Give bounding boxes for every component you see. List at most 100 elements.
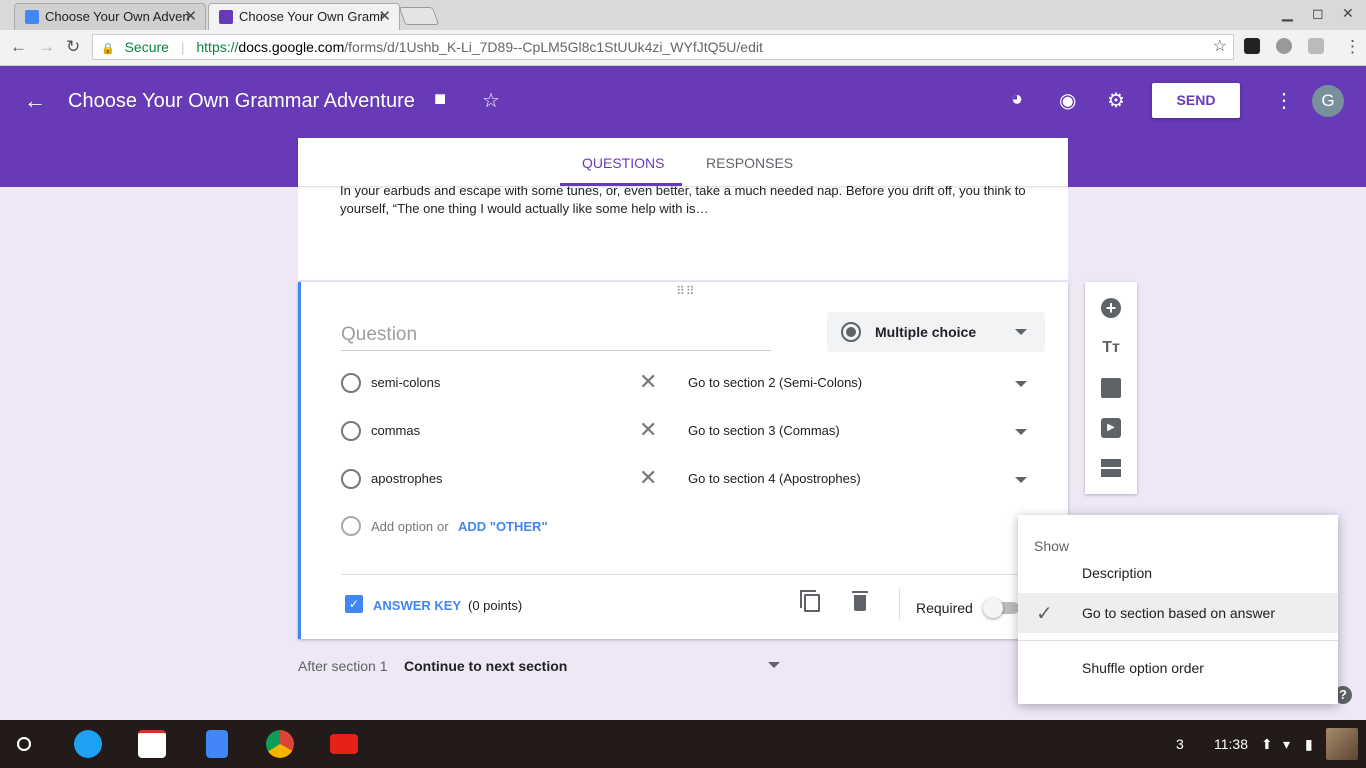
answer-key-button[interactable]: ANSWER KEY <box>373 598 461 613</box>
remove-option-icon[interactable]: ✕ <box>639 417 657 443</box>
chevron-down-icon[interactable] <box>1015 381 1027 387</box>
reload-icon[interactable]: ↻ <box>66 37 80 57</box>
form-tabs: QUESTIONS RESPONSES <box>298 138 1068 186</box>
clock[interactable]: 11:38 <box>1214 736 1248 752</box>
add-video-icon[interactable]: ▶ <box>1101 418 1121 438</box>
battery-icon[interactable]: ▮ <box>1305 736 1313 753</box>
docs-app-icon[interactable] <box>206 730 228 758</box>
send-button[interactable]: SEND <box>1152 83 1240 118</box>
option-label-input[interactable]: apostrophes <box>371 471 443 486</box>
extension-icon[interactable] <box>1276 38 1292 54</box>
checkmark-icon: ✓ <box>1036 603 1053 625</box>
close-icon[interactable]: ✕ <box>378 4 391 30</box>
docs-favicon-icon <box>25 10 39 24</box>
add-section-icon[interactable] <box>1101 458 1121 478</box>
gmail-app-icon[interactable] <box>138 730 166 758</box>
remove-option-icon[interactable]: ✕ <box>639 465 657 491</box>
option-label-input[interactable]: commas <box>371 423 420 438</box>
back-arrow-icon[interactable]: ← <box>10 37 27 57</box>
tab-responses[interactable]: RESPONSES <box>706 155 793 171</box>
menu-item-go-to-section[interactable]: ✓ Go to section based on answer <box>1018 593 1338 633</box>
launcher-icon[interactable] <box>17 737 31 751</box>
settings-gear-icon[interactable]: ⚙ <box>1107 88 1125 113</box>
section-description-card[interactable]: In your earbuds and escape with some tun… <box>298 178 1068 280</box>
chevron-down-icon[interactable] <box>768 662 780 668</box>
folder-icon[interactable]: ■ <box>434 88 446 111</box>
notification-count[interactable]: 3 <box>1176 736 1184 752</box>
browser-tab-1[interactable]: Choose Your Own Adven ✕ <box>14 3 206 30</box>
more-options-icon[interactable]: ⋮ <box>1274 88 1294 113</box>
secure-label: Secure <box>124 39 169 55</box>
divider <box>1018 640 1338 641</box>
chrome-menu-icon[interactable]: ⋮ <box>1344 37 1361 57</box>
question-input[interactable]: Question <box>341 324 771 351</box>
question-type-dropdown[interactable]: Multiple choice <box>827 312 1045 352</box>
question-type-label: Multiple choice <box>875 324 977 340</box>
close-icon[interactable]: ✕ <box>184 4 197 30</box>
forward-arrow-icon[interactable]: → <box>38 37 55 57</box>
star-icon[interactable]: ☆ <box>482 88 500 113</box>
back-arrow-icon[interactable]: ← <box>24 88 46 114</box>
preview-eye-icon[interactable]: ◉ <box>1059 88 1076 113</box>
add-item-toolbar: + Tт ▶ <box>1085 282 1137 494</box>
option-goto-dropdown[interactable]: Go to section 4 (Apostrophes) <box>688 471 861 486</box>
add-question-icon[interactable]: + <box>1101 298 1121 318</box>
browser-tab-2-title: Choose Your Own Gramr <box>239 9 385 24</box>
question-options-menu: Show Description ✓ Go to section based o… <box>1018 515 1338 704</box>
duplicate-icon[interactable] <box>800 590 820 612</box>
user-avatar[interactable] <box>1326 728 1358 760</box>
option-radio-icon <box>341 373 361 393</box>
url-scheme: https:// <box>196 39 239 55</box>
option-goto-dropdown[interactable]: Go to section 3 (Commas) <box>688 423 840 438</box>
os-taskbar: 3 11:38 ⬆ ▾ ▮ <box>0 720 1366 768</box>
menu-item-description[interactable]: Description <box>1018 553 1338 593</box>
qr-extension-icon[interactable] <box>1244 38 1260 54</box>
chevron-down-icon <box>1015 329 1027 335</box>
delete-trash-icon[interactable] <box>852 591 868 611</box>
add-other-link[interactable]: ADD "OTHER" <box>458 519 548 534</box>
menu-item-label: Shuffle option order <box>1082 660 1204 676</box>
question-card[interactable]: ⠿⠿ Question Multiple choice semi-colons … <box>298 282 1068 639</box>
add-image-icon[interactable] <box>1101 378 1121 398</box>
points-label: (0 points) <box>468 598 523 613</box>
divider <box>341 574 1059 575</box>
youtube-app-icon[interactable] <box>330 734 358 754</box>
tab-questions[interactable]: QUESTIONS <box>582 155 664 171</box>
form-title: Choose Your Own Grammar Adventure <box>68 90 415 112</box>
menu-item-shuffle[interactable]: Shuffle option order <box>1018 648 1338 688</box>
chevron-down-icon[interactable] <box>1015 429 1027 435</box>
add-title-icon[interactable]: Tт <box>1101 338 1121 358</box>
minimize-icon[interactable]: ▁ <box>1282 5 1293 22</box>
bookmark-star-icon[interactable]: ☆ <box>1213 35 1227 59</box>
upload-status-icon[interactable]: ⬆ <box>1261 736 1273 753</box>
active-tab-indicator <box>560 183 682 186</box>
drag-handle-icon[interactable]: ⠿⠿ <box>676 284 696 298</box>
wifi-icon[interactable]: ▾ <box>1283 736 1290 753</box>
chevron-down-icon[interactable] <box>1015 477 1027 483</box>
chrome-app-icon[interactable] <box>266 730 294 758</box>
or-label: or <box>437 519 449 534</box>
answer-key-icon[interactable]: ✓ <box>345 595 363 613</box>
camera-app-icon[interactable] <box>74 730 102 758</box>
required-toggle[interactable] <box>983 598 1019 618</box>
browser-toolbar: ← → ↻ 🔒 Secure | https://docs.google.com… <box>0 30 1366 66</box>
menu-item-label: Description <box>1082 565 1153 581</box>
add-option-input[interactable]: Add option <box>371 519 433 534</box>
lock-icon: 🔒 <box>101 43 115 55</box>
option-goto-dropdown[interactable]: Go to section 2 (Semi-Colons) <box>688 375 862 390</box>
new-tab-button[interactable] <box>398 7 440 25</box>
avatar[interactable]: G <box>1312 85 1344 117</box>
window-close-icon[interactable]: ✕ <box>1342 5 1354 22</box>
after-section-dropdown[interactable]: Continue to next section <box>404 658 567 674</box>
remove-option-icon[interactable]: ✕ <box>639 369 657 395</box>
palette-icon[interactable]: ◕ <box>1011 88 1023 111</box>
option-radio-icon <box>341 421 361 441</box>
option-label-input[interactable]: semi-colons <box>371 375 440 390</box>
maximize-icon[interactable]: ◻ <box>1312 5 1324 22</box>
browser-tab-2[interactable]: Choose Your Own Gramr ✕ <box>208 3 400 30</box>
list-item: semi-colons ✕ Go to section 2 (Semi-Colo… <box>341 368 1041 398</box>
divider <box>899 588 900 620</box>
extension-icon[interactable] <box>1308 38 1324 54</box>
address-bar[interactable]: 🔒 Secure | https://docs.google.com/forms… <box>92 34 1234 60</box>
required-label: Required <box>916 600 973 616</box>
